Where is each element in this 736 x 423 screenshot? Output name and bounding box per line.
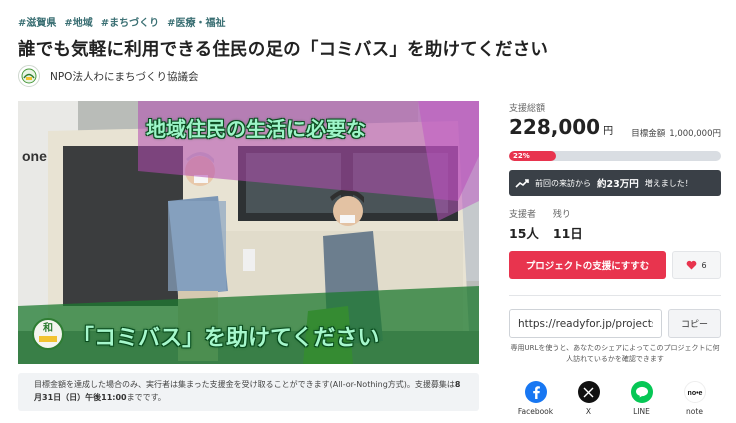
project-title: 誰でも気軽に利用できる住民の足の「コミバス」を助けてください [18, 40, 549, 60]
hero-caption-top: 地域住民の生活に必要な [146, 117, 366, 141]
tag-link[interactable]: #医療・福祉 [167, 14, 225, 29]
total-unit: 円 [603, 126, 614, 137]
remaining-stat: 残り 11日 [553, 207, 583, 242]
trend-up-icon [515, 179, 529, 188]
share-line[interactable]: LINE [617, 381, 667, 416]
heart-icon [687, 260, 697, 270]
note-icon: no•e [683, 381, 706, 403]
svg-text:no•e: no•e [687, 390, 702, 396]
hero-caption-bottom: 「コミバス」を助けてください [72, 325, 380, 351]
funding-panel: 支援総額 228,000 円 目標金額 1,000,000円 22% 前回の来訪か… [509, 101, 721, 416]
support-project-button[interactable]: プロジェクトの支援にすすむ [509, 251, 666, 279]
supporters-value: 15人 [509, 226, 539, 241]
total-amount: 228,000 [509, 115, 601, 139]
x-icon [577, 381, 600, 403]
all-or-nothing-notice: 目標金額を達成した場合のみ、実行者は集まった支援金を受け取ることができます(Al… [18, 373, 479, 411]
side-text: one [22, 148, 47, 164]
organization[interactable]: NPO法人わにまちづくり協議会 [18, 65, 198, 87]
share-x[interactable]: X [564, 381, 614, 416]
share-label: Facebook [517, 407, 554, 416]
total-label: 支援総額 [509, 104, 546, 114]
hero-badge: 和 [42, 321, 53, 334]
line-icon [630, 381, 653, 403]
growth-amount: 約23万円 [597, 179, 639, 190]
favorite-count: 6 [701, 260, 707, 270]
hero-image: one 和 地域住民の生活に必要な 「コミバス」を助けてください [18, 101, 479, 364]
share-buttons: Facebook X LINE no•e note [509, 381, 721, 416]
remaining-value: 11日 [552, 226, 583, 241]
notice-suffix: までです。 [126, 393, 166, 402]
divider [509, 295, 721, 296]
copy-button[interactable]: コピー [668, 309, 721, 338]
tag-link[interactable]: #地域 [64, 14, 92, 29]
tag-link[interactable]: #まちづくり [101, 14, 159, 29]
remaining-label: 残り [552, 210, 571, 220]
share-url-note: 専用URLを使うと、あなたのシェアによってこのプロジェクトに何人訪れているかを確… [510, 344, 720, 363]
tag-list: #滋賀県 #地域 #まちづくり #医療・福祉 [18, 14, 226, 29]
progress-bar: 22% [509, 151, 721, 161]
org-name[interactable]: NPO法人わにまちづくり協議会 [50, 69, 198, 84]
share-label: X [585, 407, 592, 416]
progress-fill: 22% [509, 151, 556, 161]
progress-label: 22% [513, 152, 530, 160]
goal-amount-row: 目標金額 1,000,000円 [627, 127, 721, 139]
supporters-label: 支援者 [509, 210, 537, 220]
share-label: note [686, 407, 703, 416]
goal-label: 目標金額 [631, 129, 666, 139]
tag-link[interactable]: #滋賀県 [18, 14, 56, 29]
favorite-button[interactable]: 6 [672, 251, 721, 279]
share-note[interactable]: no•e note [670, 381, 720, 416]
notice-text: 目標金額を達成した場合のみ、実行者は集まった支援金を受け取ることができます(Al… [34, 380, 455, 389]
growth-prefix: 前回の来訪から [535, 178, 591, 188]
stats-row: 支援者 15人 残り 11日 [509, 207, 583, 242]
org-logo-icon [18, 65, 40, 87]
share-label: LINE [633, 407, 650, 416]
growth-suffix: 増えました！ [644, 178, 693, 188]
supporters-stat: 支援者 15人 [509, 207, 539, 242]
share-url-input[interactable] [509, 309, 662, 338]
facebook-icon [524, 381, 547, 403]
share-facebook[interactable]: Facebook [511, 381, 561, 416]
total-amount-row: 228,000 円 [509, 115, 613, 139]
growth-banner: 前回の来訪から 約23万円 増えました！ [509, 170, 721, 196]
goal-amount: 1,000,000円 [669, 129, 721, 139]
